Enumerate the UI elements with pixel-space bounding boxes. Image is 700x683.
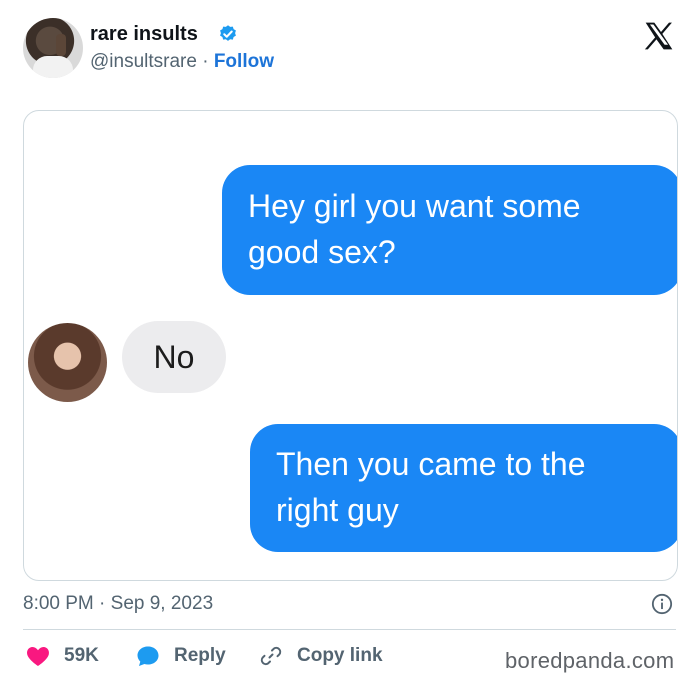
sent-message-bubble: Hey girl you want some good sex?	[222, 165, 677, 295]
received-message-bubble: No	[122, 321, 226, 393]
copy-link-label: Copy link	[297, 645, 383, 666]
x-logo-icon[interactable]	[643, 20, 675, 52]
handle-separator: ·	[202, 51, 209, 72]
reply-label: Reply	[174, 645, 226, 666]
author-avatar[interactable]	[23, 18, 83, 78]
reply-button[interactable]: Reply	[136, 643, 226, 669]
heart-icon	[27, 647, 49, 666]
contact-avatar	[28, 323, 107, 402]
tweet-date: Sep 9, 2023	[110, 593, 214, 614]
timestamp-separator: ·	[99, 593, 106, 614]
tweet-time: 8:00 PM	[23, 593, 94, 614]
avatar-hand-shape	[56, 34, 66, 56]
link-icon	[260, 646, 282, 666]
author-handle[interactable]: @insultsrare	[90, 51, 197, 72]
sent-message-bubble-2: Then you came to the right guy	[250, 424, 677, 552]
info-icon[interactable]	[651, 593, 673, 615]
reply-bubble-icon	[137, 646, 159, 666]
author-handle-line: @insultsrare · Follow	[90, 50, 274, 74]
avatar-shirt-shape	[33, 56, 73, 78]
follow-button[interactable]: Follow	[214, 51, 274, 72]
copy-link-button[interactable]: Copy link	[259, 643, 383, 669]
tweet-timestamp[interactable]: 8:00 PM · Sep 9, 2023	[23, 592, 213, 616]
divider	[23, 629, 676, 630]
verified-badge-icon	[220, 25, 236, 41]
author-name[interactable]: rare insults	[90, 22, 198, 46]
like-count: 59K	[64, 645, 99, 666]
tweet-media-image[interactable]: Hey girl you want some good sex? No Then…	[23, 110, 678, 581]
like-button[interactable]: 59K	[26, 643, 99, 669]
tweet-card: rare insults @insultsrare · Follow Hey g…	[0, 0, 700, 683]
source-watermark: boredpanda.com	[505, 648, 675, 673]
